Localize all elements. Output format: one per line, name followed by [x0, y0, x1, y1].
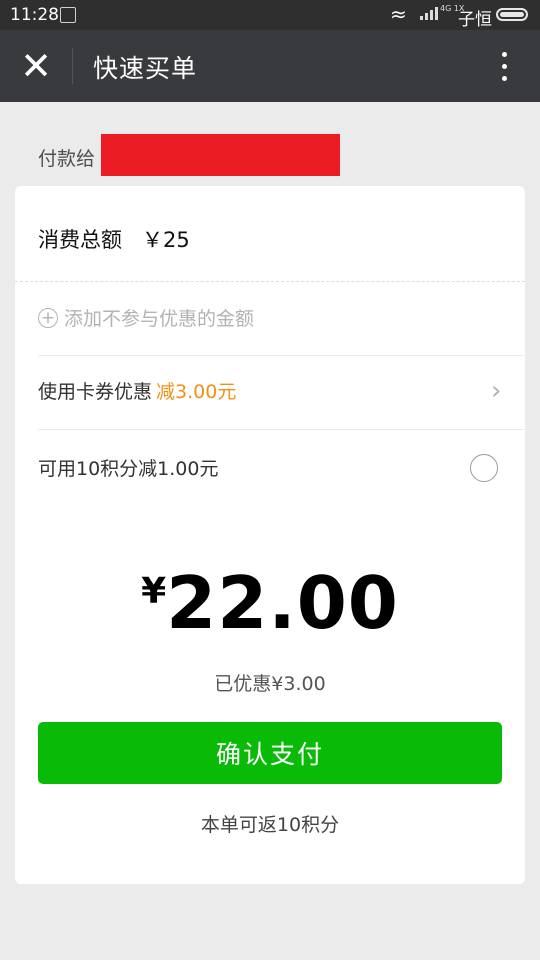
close-icon[interactable]: ✕ — [14, 44, 58, 88]
chevron-right-icon[interactable]: › — [491, 376, 501, 406]
status-time: 11:28 — [10, 5, 59, 25]
confirm-pay-button[interactable]: 确认支付 — [38, 722, 502, 784]
battery-icon — [496, 8, 528, 21]
total-label: 消费总额 — [38, 228, 122, 252]
status-bar: 11:28 ≈ 4G 1X 子恒 — [0, 0, 540, 30]
payment-card: 消费总额 ￥25 + 添加不参与优惠的金额 使用卡券优惠 减3.00元 › 可用10… — [15, 186, 525, 884]
add-excluded-label: 添加不参与优惠的金额 — [64, 308, 255, 330]
payee-label: 付款给 — [38, 148, 96, 170]
divider — [38, 429, 525, 430]
total-amount: ￥25 — [142, 228, 190, 252]
wifi-icon: ≈ — [390, 2, 407, 26]
saved-amount: 已优惠¥3.00 — [214, 673, 326, 695]
total-amount-row: 消费总额 ￥25 — [38, 224, 190, 254]
amount-value: 22.00 — [166, 561, 399, 645]
coupon-row[interactable]: 使用卡券优惠 减3.00元 — [38, 377, 236, 404]
plus-circle-icon: + — [38, 307, 58, 328]
rebate-text: 本单可返10积分 — [200, 814, 340, 836]
points-label: 可用10积分减1.00元 — [38, 458, 219, 480]
signal-icon — [420, 6, 438, 20]
points-radio[interactable] — [470, 454, 498, 482]
coupon-label: 使用卡券优惠 — [38, 381, 153, 403]
currency-symbol: ¥ — [141, 571, 167, 612]
title-divider — [72, 48, 73, 84]
add-excluded-amount-link[interactable]: + 添加不参与优惠的金额 — [38, 304, 254, 331]
title-bar: ✕ 快速买单 — [0, 30, 540, 102]
dashed-divider — [15, 281, 525, 282]
more-vertical-icon[interactable] — [488, 46, 520, 86]
coupon-discount: 减3.00元 — [156, 381, 237, 403]
carrier-name: 子恒 — [458, 10, 492, 30]
divider — [38, 355, 525, 356]
payable-amount: ¥22.00 — [15, 561, 525, 645]
page-title: 快速买单 — [93, 54, 198, 83]
notification-app-icon — [60, 7, 76, 23]
payee-name-redacted — [101, 134, 340, 176]
